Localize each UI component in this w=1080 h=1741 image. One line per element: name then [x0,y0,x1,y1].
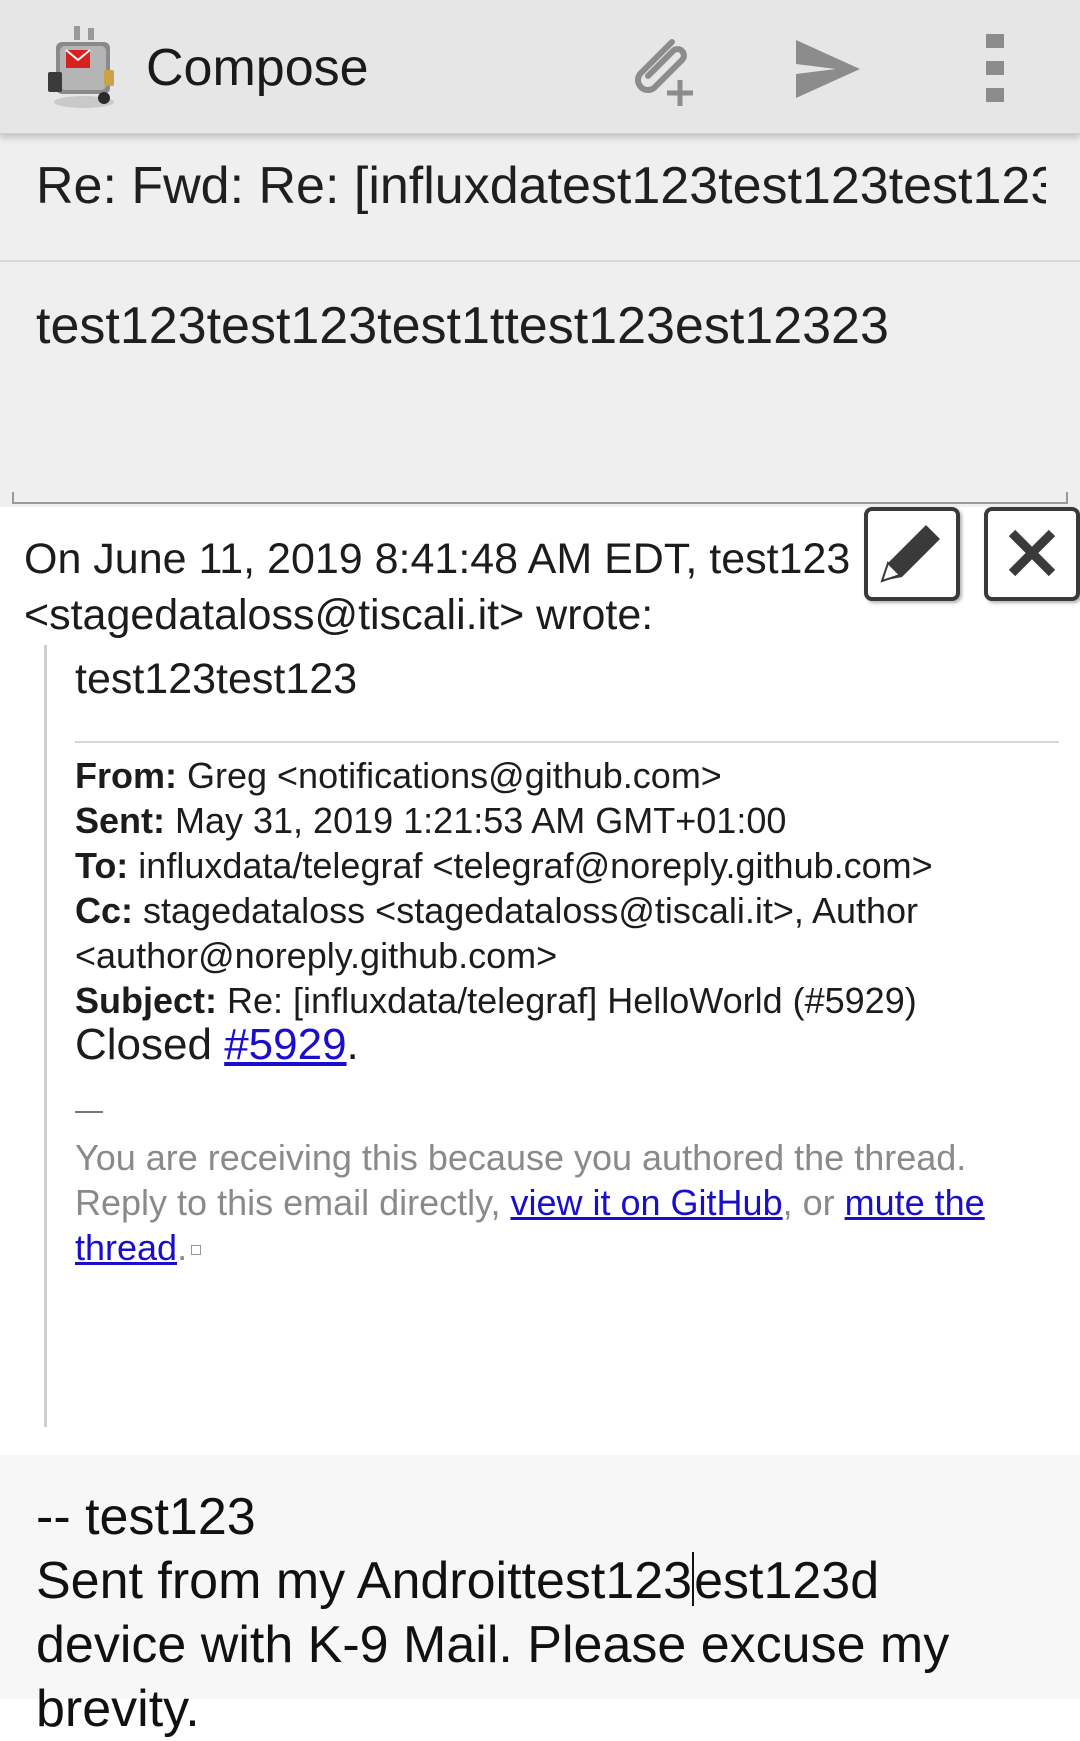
meta-to-label: To: [75,845,129,886]
quote-block: test123test123 From: Greg <notifications… [44,645,1064,1427]
k9-mail-robot-icon[interactable] [44,24,124,110]
signature-line-3: device with K-9 Mail. Please excuse my [36,1616,950,1674]
app-bar: Compose [0,0,1080,134]
more-vert-icon[interactable] [972,30,1020,106]
subject-field[interactable]: Re: Fwd: Re: [influxdatest123test123test… [0,134,1080,262]
signature-text[interactable]: -- test123 Sent from my Androittest123es… [36,1485,1056,1741]
quote-first-line: test123test123 [75,655,358,703]
closed-prefix: Closed [75,1020,225,1069]
signature-line-2-after: est123d [694,1552,880,1610]
closed-suffix: . [346,1020,359,1069]
signature-line-2-before: Sent from my Androittest123 [36,1552,693,1610]
meta-to-value: influxdata/telegraf <telegraf@noreply.gi… [128,845,933,886]
footer-or-text: , or [782,1182,845,1223]
footer-line-2: Reply to this email directly, view it on… [75,1180,1065,1225]
pencil-icon [880,525,940,583]
view-on-github-link[interactable]: view it on GitHub [510,1182,782,1223]
meta-subject-label: Subject: [75,980,218,1021]
closed-line: Closed #5929. [75,1020,359,1070]
signature-dash [75,1111,103,1113]
tracking-pixel-icon [191,1245,202,1256]
meta-subject-value: Re: [influxdata/telegraf] HelloWorld (#5… [217,980,917,1021]
meta-to-row: To: influxdata/telegraf <telegraf@norepl… [75,843,1059,888]
message-body-field[interactable]: test123test123test1ttest123est12323 [0,262,1080,507]
footer-line-3: thread. [75,1225,1065,1270]
signature-line-1: -- test123 [36,1488,256,1546]
forward-metadata: From: Greg <notifications@github.com> Se… [75,753,1059,1023]
meta-cc-value: stagedataloss <stagedataloss@tiscali.it>… [133,890,919,931]
signature-line-4: brevity. [36,1680,200,1738]
message-body-value[interactable]: test123test123test1ttest123est12323 [36,296,889,356]
meta-from-value: Greg <notifications@github.com> [177,755,722,796]
subject-input-value[interactable]: Re: Fwd: Re: [influxdatest123test123test… [36,156,1046,216]
meta-subject-row: Subject: Re: [influxdata/telegraf] Hello… [75,978,1059,1023]
screen-title: Compose [146,39,369,97]
attach-plus-icon[interactable] [618,26,702,110]
meta-from-label: From: [75,755,177,796]
meta-cc-row-2: <author@noreply.github.com> [75,935,558,976]
meta-sent-value: May 31, 2019 1:21:53 AM GMT+01:00 [165,800,787,841]
meta-sent-row: Sent: May 31, 2019 1:21:53 AM GMT+01:00 [75,798,1059,843]
quote-divider [75,741,1059,743]
send-icon[interactable] [792,34,864,104]
close-icon [1008,529,1056,577]
issue-link[interactable]: #5929 [224,1020,346,1069]
body-field-underline [12,492,1068,504]
meta-cc-row: Cc: stagedataloss <stagedataloss@tiscali… [75,888,1059,933]
footer-end: . [177,1227,188,1268]
meta-from-row: From: Greg <notifications@github.com> [75,753,1059,798]
mute-thread-link[interactable]: mute the [845,1182,985,1223]
mute-thread-link-cont[interactable]: thread [75,1227,177,1268]
footer-reply-text: Reply to this email directly, [75,1182,511,1223]
signature-line-2: Sent from my Androittest123est123d [36,1549,1056,1613]
notification-footer: You are receiving this because you autho… [75,1135,1065,1270]
footer-line-1: You are receiving this because you autho… [75,1137,967,1178]
meta-cc-label: Cc: [75,890,134,931]
quoted-message: On June 11, 2019 8:41:48 AM EDT, test123… [0,507,1080,1455]
signature-field[interactable]: -- test123 Sent from my Androittest123es… [0,1455,1080,1738]
edit-quote-button[interactable] [864,507,960,601]
remove-quote-button[interactable] [984,507,1080,601]
meta-sent-label: Sent: [75,800,165,841]
